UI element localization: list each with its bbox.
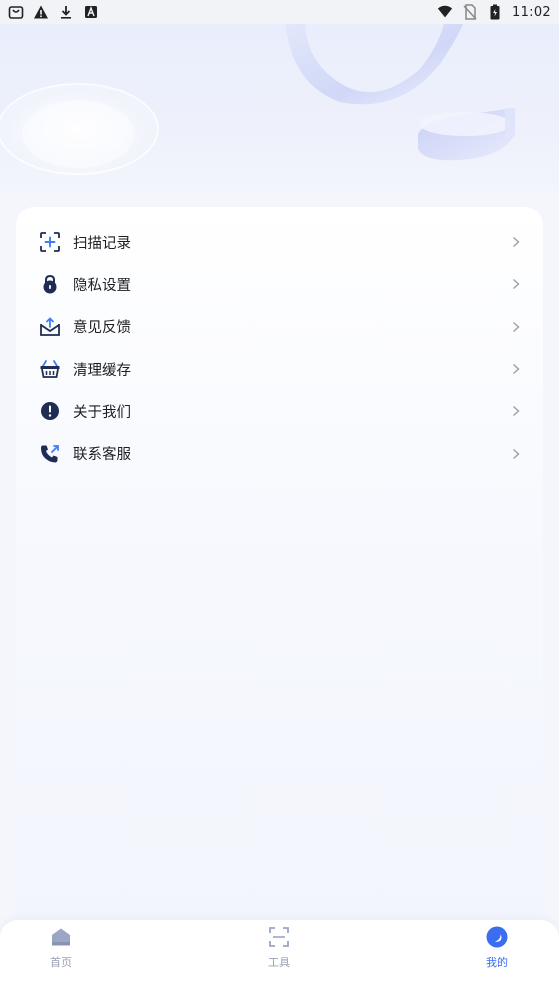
download-icon bbox=[58, 4, 74, 20]
status-bar-right: 11:02 bbox=[437, 4, 559, 20]
nav-tab-tools[interactable]: 工具 bbox=[239, 926, 319, 976]
info-alert-icon bbox=[39, 400, 61, 422]
phone-call-icon bbox=[39, 443, 61, 465]
status-bar: 11:02 bbox=[0, 0, 559, 24]
scan-add-icon bbox=[39, 231, 61, 253]
chevron-right-icon bbox=[511, 362, 521, 376]
menu-item-label: 联系客服 bbox=[73, 447, 131, 464]
menu-item-clear-cache[interactable]: 清理缓存 bbox=[16, 348, 543, 390]
status-bar-left bbox=[0, 4, 99, 20]
shopping-bag-icon bbox=[8, 4, 24, 20]
menu-item-scan-records[interactable]: 扫描记录 bbox=[16, 221, 543, 263]
settings-menu: 扫描记录 隐私设置 意见反馈 清理缓存 关于我们 联系客服 bbox=[16, 221, 543, 475]
no-sim-icon bbox=[462, 4, 478, 20]
battery-icon bbox=[487, 4, 503, 20]
nav-tab-home[interactable]: 首页 bbox=[21, 926, 101, 976]
chevron-right-icon bbox=[511, 447, 521, 461]
lock-icon bbox=[39, 273, 61, 295]
scan-frame-icon bbox=[268, 926, 290, 948]
mail-upload-icon bbox=[39, 316, 61, 338]
a-icon bbox=[83, 4, 99, 20]
basket-icon bbox=[39, 358, 61, 380]
nav-tab-label: 首页 bbox=[50, 956, 72, 969]
chevron-right-icon bbox=[511, 235, 521, 249]
chevron-right-icon bbox=[511, 277, 521, 291]
menu-item-about-us[interactable]: 关于我们 bbox=[16, 390, 543, 432]
nav-tab-label: 我的 bbox=[486, 956, 508, 969]
nav-tab-mine[interactable]: 我的 bbox=[457, 926, 537, 976]
header-banner bbox=[0, 24, 559, 204]
menu-item-label: 扫描记录 bbox=[73, 235, 131, 252]
menu-item-contact-support[interactable]: 联系客服 bbox=[16, 432, 543, 474]
status-time: 11:02 bbox=[512, 4, 551, 20]
menu-item-label: 隐私设置 bbox=[73, 277, 131, 294]
menu-item-label: 意见反馈 bbox=[73, 320, 131, 337]
wifi-icon bbox=[437, 4, 453, 20]
header-decoration bbox=[0, 24, 515, 175]
warning-icon bbox=[33, 4, 49, 20]
menu-item-label: 清理缓存 bbox=[73, 362, 131, 379]
profile-moon-icon bbox=[486, 926, 508, 948]
menu-item-label: 关于我们 bbox=[73, 404, 131, 421]
menu-card: 扫描记录 隐私设置 意见反馈 清理缓存 关于我们 联系客服 bbox=[16, 207, 543, 947]
chevron-right-icon bbox=[511, 320, 521, 334]
home-icon bbox=[50, 926, 72, 948]
nav-tab-label: 工具 bbox=[268, 956, 290, 969]
bottom-nav: 首页 工具 我的 bbox=[0, 920, 559, 995]
chevron-right-icon bbox=[511, 404, 521, 418]
menu-item-privacy-settings[interactable]: 隐私设置 bbox=[16, 263, 543, 305]
menu-item-feedback[interactable]: 意见反馈 bbox=[16, 306, 543, 348]
